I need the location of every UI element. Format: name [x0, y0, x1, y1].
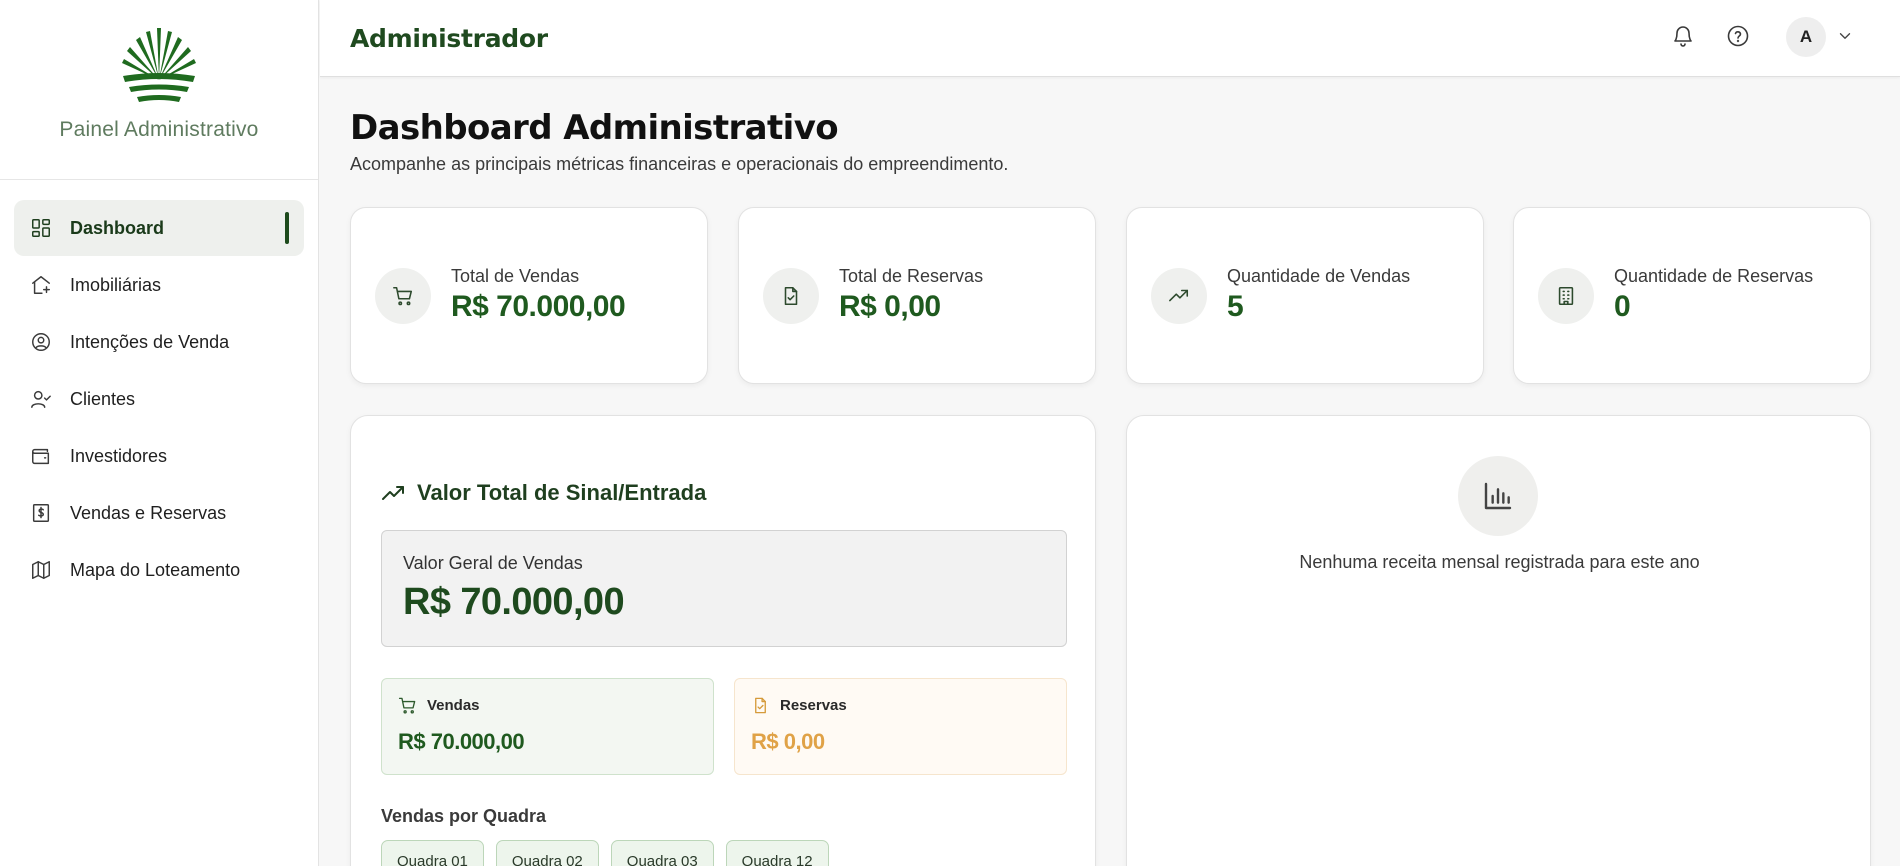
- sidebar-item-label: Dashboard: [70, 217, 165, 238]
- stat-value: 5: [1227, 290, 1244, 323]
- receita-panel: Nenhuma receita mensal registrada para e…: [1126, 415, 1871, 866]
- brand-title: Painel Administrativo: [59, 118, 259, 141]
- stat-icon-wrap: [375, 268, 431, 324]
- valor-geral-box: Valor Geral de Vendas R$ 70.000,00: [381, 530, 1067, 647]
- house-plus-icon: [30, 274, 52, 296]
- stat-card-quantidade-vendas: Quantidade de Vendas 5: [1126, 207, 1484, 384]
- reservas-card: Reservas R$ 0,00: [734, 678, 1067, 775]
- sidebar-item-imobiliarias[interactable]: Imobiliárias: [14, 257, 304, 313]
- stat-label: Total de Reservas: [839, 266, 984, 286]
- cart-icon: [398, 697, 416, 714]
- page-title: Dashboard Administrativo: [350, 108, 839, 148]
- file-check-icon: [784, 286, 798, 306]
- file-check-icon: [755, 697, 766, 714]
- help-button[interactable]: [1724, 22, 1752, 50]
- vendas-value: R$ 70.000,00: [398, 729, 525, 754]
- empty-state-icon-wrap: [1458, 456, 1538, 536]
- reservas-value: R$ 0,00: [751, 729, 825, 754]
- brand: Painel Administrativo: [0, 0, 318, 180]
- sidebar-item-clientes[interactable]: Clientes: [14, 371, 304, 427]
- valor-geral-label: Valor Geral de Vendas: [403, 553, 583, 573]
- user-check-icon: [30, 388, 52, 410]
- user-circle-icon: [30, 331, 52, 353]
- notifications-button[interactable]: [1669, 22, 1697, 50]
- grid-icon: [30, 217, 52, 239]
- user-menu-toggle[interactable]: [1836, 27, 1856, 47]
- header-title: Administrador: [350, 24, 548, 53]
- trending-up-icon: [382, 486, 404, 500]
- sidebar-item-mapa-do-loteamento[interactable]: Mapa do Loteamento: [14, 542, 304, 598]
- wallet-icon: [30, 445, 52, 467]
- quadra-chip[interactable]: Quadra 01: [381, 840, 484, 866]
- entrada-heading: Valor Total de Sinal/Entrada: [381, 480, 706, 506]
- quadra-chips: Quadra 01 Quadra 02 Quadra 03 Quadra 12: [381, 840, 829, 866]
- empty-state-message: Nenhuma receita mensal registrada para e…: [1299, 552, 1700, 572]
- sidebar-item-label: Imobiliárias: [70, 274, 162, 295]
- stat-value: R$ 0,00: [839, 290, 941, 323]
- sidebar-nav: Dashboard Imobiliárias Intenções de Vend…: [0, 180, 318, 619]
- help-circle-icon: [1727, 25, 1749, 47]
- entrada-panel: Valor Total de Sinal/Entrada Valor Geral…: [350, 415, 1096, 866]
- trending-up-icon: [1169, 289, 1189, 302]
- quadra-chip[interactable]: Quadra 03: [610, 840, 714, 866]
- vendas-head: Vendas: [398, 696, 480, 715]
- sidebar-item-label: Vendas e Reservas: [70, 502, 227, 523]
- quadra-title: Vendas por Quadra: [381, 806, 547, 826]
- quadra-chip[interactable]: Quadra 12: [725, 840, 829, 866]
- building-icon: [1558, 286, 1574, 306]
- top-bar: Administrador A: [320, 0, 1900, 77]
- stat-icon-wrap: [1538, 268, 1594, 324]
- stat-label: Quantidade de Vendas: [1227, 266, 1411, 286]
- sidebar-item-label: Investidores: [70, 445, 168, 466]
- chevron-down-icon: [1839, 33, 1851, 39]
- sidebar-item-label: Mapa do Loteamento: [70, 559, 241, 580]
- stat-card-quantidade-reservas: Quantidade de Reservas 0: [1513, 207, 1871, 384]
- sidebar-item-vendas-e-reservas[interactable]: Vendas e Reservas: [14, 485, 304, 541]
- stat-card-total-vendas: Total de Vendas R$ 70.000,00: [350, 207, 708, 384]
- valor-geral-value: R$ 70.000,00: [403, 581, 625, 623]
- stat-icon-wrap: [763, 268, 819, 324]
- stat-label: Total de Vendas: [451, 266, 580, 286]
- sidebar-item-intencoes-de-venda[interactable]: Intenções de Venda: [14, 314, 304, 370]
- bar-chart-icon: [1484, 482, 1512, 510]
- quadra-chip[interactable]: Quadra 02: [495, 840, 599, 866]
- vendas-label: Vendas: [427, 697, 480, 714]
- stat-label: Quantidade de Reservas: [1614, 266, 1814, 286]
- sidebar-item-dashboard[interactable]: Dashboard: [14, 200, 304, 256]
- stat-value: 0: [1614, 290, 1631, 323]
- sidebar: Painel Administrativo Dashboard Imobiliá…: [0, 0, 319, 866]
- bell-icon: [1674, 26, 1692, 47]
- sidebar-item-label: Intenções de Venda: [70, 331, 230, 352]
- avatar[interactable]: A: [1786, 17, 1826, 57]
- stat-icon-wrap: [1151, 268, 1207, 324]
- stat-card-total-reservas: Total de Reservas R$ 0,00: [738, 207, 1096, 384]
- reservas-head: Reservas: [751, 696, 847, 715]
- map-icon: [30, 559, 52, 581]
- dollar-receipt-icon: [30, 502, 52, 524]
- stat-value: R$ 70.000,00: [451, 290, 626, 323]
- vendas-card: Vendas R$ 70.000,00: [381, 678, 714, 775]
- active-indicator: [285, 212, 289, 244]
- fan-logo-icon: [122, 28, 196, 102]
- entrada-title: Valor Total de Sinal/Entrada: [417, 480, 707, 505]
- sidebar-item-investidores[interactable]: Investidores: [14, 428, 304, 484]
- sidebar-item-label: Clientes: [70, 388, 136, 409]
- reservas-label: Reservas: [780, 697, 847, 714]
- cart-icon: [393, 286, 413, 306]
- page-subtitle: Acompanhe as principais métricas finance…: [350, 154, 1009, 174]
